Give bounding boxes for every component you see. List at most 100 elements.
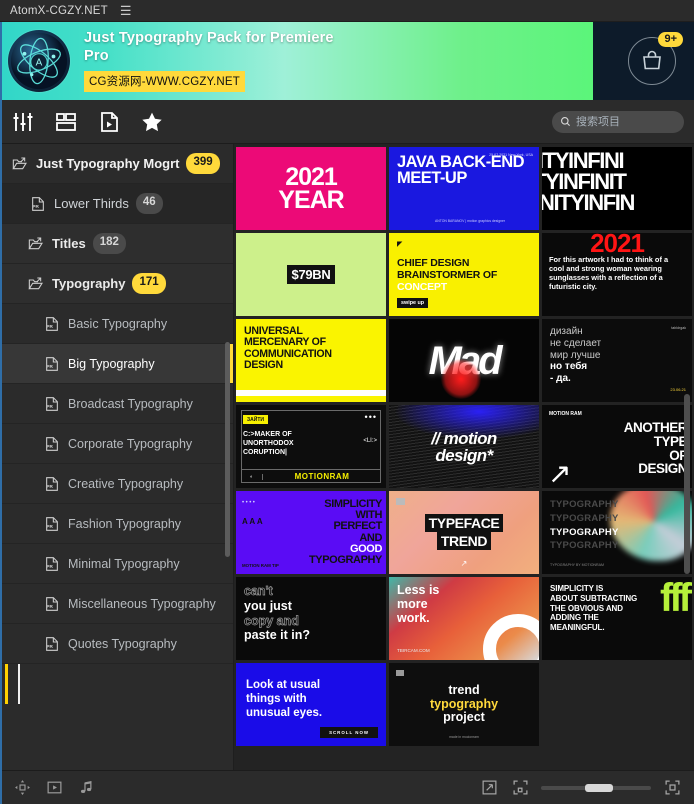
folder-arrow-icon — [28, 276, 46, 292]
thumb-line: CORUPTION| — [243, 449, 287, 457]
thumb-line: дизайн — [550, 326, 583, 337]
thumb-line: мир лучше — [550, 349, 601, 361]
sidebar-item-label: Broadcast Typography — [68, 396, 193, 411]
sidebar-item-broadcast-typography[interactable]: PR Broadcast Typography — [0, 384, 233, 424]
sidebar-item-label: Miscellaneous Typography — [68, 596, 216, 611]
sidebar-item-basic-typography[interactable]: PR Basic Typography — [0, 304, 233, 344]
thumbnail-java-meetup[interactable]: JAVA BACK-END MEET-UP 25.07.2021 New-Yor… — [389, 147, 539, 230]
thumb-line: BRAINSTORMER OF — [397, 268, 498, 281]
play-box-icon[interactable] — [44, 778, 64, 798]
sidebar-item-label: Lower Thirds — [54, 196, 129, 211]
layout-list-icon[interactable] — [53, 109, 79, 135]
file-video-icon[interactable] — [96, 109, 122, 135]
star-icon[interactable] — [139, 109, 165, 135]
window-titlebar: AtomX-CGZY.NET ☰ — [0, 0, 694, 22]
sidebar-item-label: Just Typography Mogrt — [36, 156, 180, 171]
atom-logo-icon: A — [8, 30, 70, 92]
thumb-line: MEANINGFUL. — [550, 623, 605, 632]
sidebar-item-label: Minimal Typography — [68, 556, 180, 571]
thumbnail-maker-unorthodox[interactable]: ЗАЙТИ ••• C:>MAKER OF UNORTHODOX CORUPTI… — [236, 405, 386, 488]
sidebar-item-label: Fashion Typography — [68, 516, 182, 531]
sidebar-item-label: Quotes Typography — [68, 636, 177, 651]
thumbnail-universal-mercenary[interactable]: UNIVERSAL MERCENARY OF COMMUNICATION DES… — [236, 319, 386, 402]
sidebar-item-big-typography[interactable]: PR Big Typography — [0, 344, 233, 384]
sidebar-scrollbar[interactable] — [225, 342, 230, 557]
thumbnail-typography-stack[interactable]: TYPOGRAPHY TYPOGRAPHY TYPOGRAPHY TYPOGRA… — [542, 491, 692, 574]
sidebar-item-titles[interactable]: Titles 182 — [0, 224, 233, 264]
thumb-paragraph: For this artwork I had to think of a coo… — [549, 255, 669, 291]
thumbnail-chief-design[interactable]: ◤ CHIEF DESIGN BRAINSTORMER OF CONCEPT s… — [389, 233, 539, 316]
category-tree[interactable]: Just Typography Mogrt 399 PR Lower Thirds 46… — [0, 144, 233, 664]
thumb-line: NITYINFIN — [542, 189, 635, 215]
thumb-aaa: A A A — [242, 517, 263, 526]
pr-file-icon: PR — [44, 516, 62, 532]
thumb-bar — [236, 390, 386, 396]
thumbnail-infinity[interactable]: ITYINFINI TYINFINIT NITYINFIN — [542, 147, 692, 230]
thumbnail-simplicity-subtracting[interactable]: fff SIMPLICITY IS ABOUT SUBTRACTING THE … — [542, 577, 692, 660]
category-sidebar[interactable]: Just Typography Mogrt 399 PR Lower Thirds 46… — [0, 144, 234, 770]
thumb-line: paste it in? — [244, 628, 310, 643]
sidebar-item-corporate-typography[interactable]: PR Corporate Typography — [0, 424, 233, 464]
thumb-line: TYPOGRAPHY — [550, 526, 619, 538]
thumbnail-mad[interactable]: Mad — [389, 319, 539, 402]
thumbnail-another-type[interactable]: MOTION RAM ANOTHER TYPE OF DESIGN ↗ — [542, 405, 692, 488]
sidebar-item-creative-typography[interactable]: PR Creative Typography — [0, 464, 233, 504]
svg-text:PR: PR — [46, 404, 53, 409]
thumb-line: project — [443, 710, 485, 725]
thumb-button: SCROLL NOW — [320, 727, 378, 738]
thumb-credit: TYPOGRAPHY BY MOTIONRAM — [550, 563, 604, 567]
sliders-icon[interactable] — [10, 109, 36, 135]
thumbnail-cant-you-just[interactable]: can't you just copy and paste it in? — [236, 577, 386, 660]
pr-file-icon: PR — [44, 356, 62, 372]
cart-button[interactable]: 9+ — [628, 32, 683, 85]
thumbnail-less-is-more[interactable]: Less is more work. TBIRCAM.COM — [389, 577, 539, 660]
bottom-toolbar — [0, 770, 694, 804]
svg-text:PR: PR — [32, 204, 39, 209]
zoom-slider-knob[interactable] — [585, 783, 613, 792]
sidebar-item-miscellaneous-typography[interactable]: PR Miscellaneous Typography — [0, 584, 233, 624]
music-note-icon[interactable] — [76, 778, 96, 798]
sidebar-item-lower-thirds[interactable]: PR Lower Thirds 46 — [0, 184, 233, 224]
banner-title: Just Typography Pack for Premiere Pro — [84, 30, 334, 64]
expand-arrows-icon[interactable] — [479, 778, 499, 798]
pr-file-icon: PR — [44, 436, 62, 452]
thumbnail-look-at-usual[interactable]: Look at usual things with unusual eyes. … — [236, 663, 386, 746]
sidebar-item-fashion-typography[interactable]: PR Fashion Typography — [0, 504, 233, 544]
fullscreen-icon[interactable] — [662, 778, 682, 798]
sidebar-item-typography[interactable]: Typography 171 — [0, 264, 233, 304]
search-input[interactable] — [576, 115, 676, 128]
sidebar-item-minimal-typography[interactable]: PR Minimal Typography — [0, 544, 233, 584]
thumbnail-grid[interactable]: 2021 YEAR JAVA BACK-END MEET-UP 25.07.20… — [234, 147, 694, 746]
thumb-line: ANOTHER — [623, 420, 688, 435]
thumbnail-typeface-trend[interactable]: TYPEFACE TREND ↗ — [389, 491, 539, 574]
thumbnail-red-2021[interactable]: 2021 For this artwork I had to think of … — [542, 233, 692, 316]
folder-arrow-icon — [28, 236, 46, 252]
thumb-url: TBIRCAM.COM — [397, 648, 430, 653]
thumbnail-2021-year[interactable]: 2021 YEAR — [236, 147, 386, 230]
transform-icon[interactable] — [12, 778, 32, 798]
thumb-line: но тебя — [550, 361, 588, 373]
thumbnail-79bn[interactable]: $79BN — [236, 233, 386, 316]
zoom-slider[interactable] — [541, 783, 651, 792]
thumb-line: C:>MAKER OF — [243, 431, 292, 438]
thumbnail-simplicity-typography[interactable]: •••• A A A SIMPLICITY WITH PERFECT AND G… — [236, 491, 386, 574]
thumbnail-motion-design[interactable]: // motion design* — [389, 405, 539, 488]
fit-frame-icon[interactable] — [510, 778, 530, 798]
thumb-line: CHIEF DESIGN — [397, 257, 470, 269]
sidebar-item-just-typography-mogrt[interactable]: Just Typography Mogrt 399 — [0, 144, 233, 184]
thumb-mark: ◤ — [397, 241, 403, 248]
sidebar-item-quotes-typography[interactable]: PR Quotes Typography — [0, 624, 233, 664]
thumb-line: UNORTHODOX — [243, 440, 294, 448]
thumb-line: TYPOGRAPHY — [550, 540, 619, 552]
search-box[interactable] — [552, 110, 684, 133]
thumbnail-grid-panel[interactable]: 2021 YEAR JAVA BACK-END MEET-UP 25.07.20… — [234, 144, 694, 770]
thumb-line: // motion — [431, 428, 497, 448]
sidebar-item-count: 46 — [135, 193, 163, 214]
hamburger-icon[interactable]: ☰ — [120, 4, 132, 17]
promo-banner: A Just Typography Pack for Premiere Pro … — [0, 22, 694, 100]
grid-scrollbar[interactable] — [684, 394, 690, 574]
sidebar-item-label: Big Typography — [68, 356, 155, 371]
thumbnail-trend-typography[interactable]: trend typography project made in mocionr… — [389, 663, 539, 746]
svg-text:PR: PR — [46, 364, 53, 369]
thumbnail-dizayn[interactable]: дизайн не сделает мир лучше но тебя - да… — [542, 319, 692, 402]
